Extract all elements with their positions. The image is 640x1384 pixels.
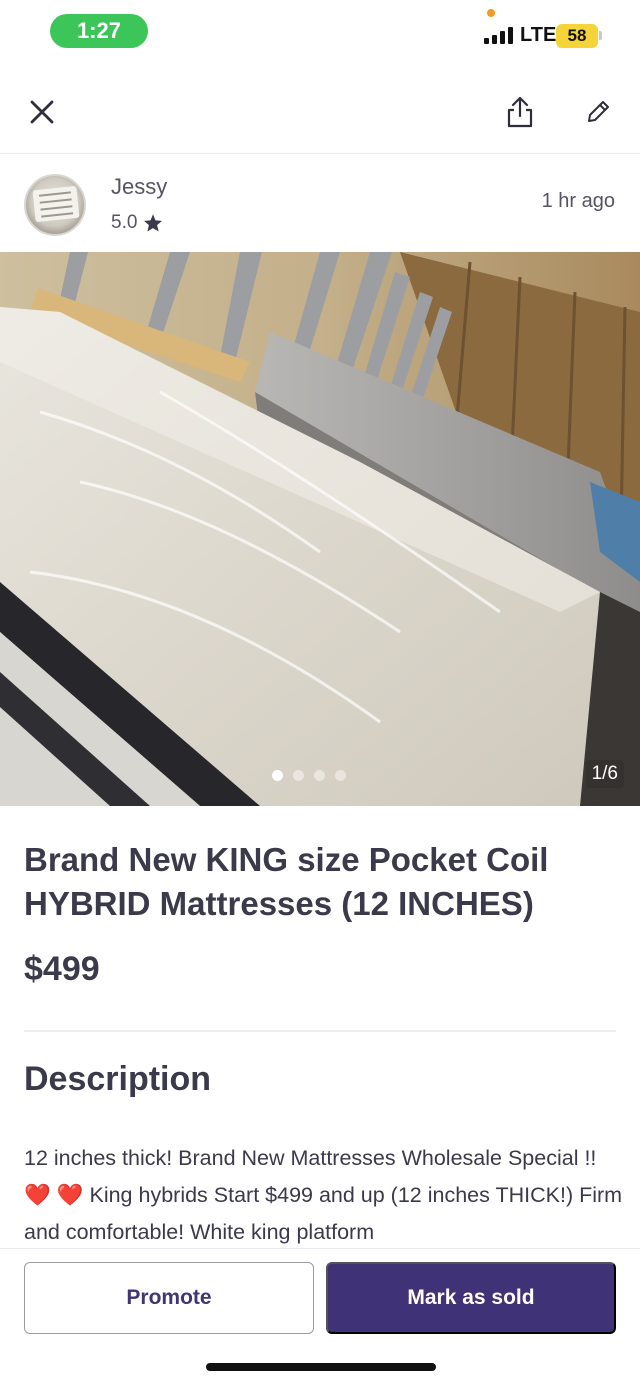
seller-rating: 5.0 <box>111 212 163 234</box>
bottom-action-bar: Promote Mark as sold <box>0 1248 640 1384</box>
signal-strength-icon <box>484 26 513 44</box>
description-text: 12 inches thick! Brand New Mattresses Wh… <box>24 1146 623 1244</box>
carousel-dot[interactable] <box>293 770 304 781</box>
carousel-dots <box>272 770 346 781</box>
mark-as-sold-button[interactable]: Mark as sold <box>326 1262 616 1334</box>
close-icon <box>30 100 54 124</box>
listing-photo <box>0 252 640 806</box>
edit-button[interactable] <box>576 90 620 134</box>
carousel-dot[interactable] <box>335 770 346 781</box>
battery-icon <box>599 31 602 40</box>
battery-level: 58 <box>556 24 598 48</box>
listing-photo-carousel[interactable]: 1/6 <box>0 252 640 806</box>
description-heading: Description <box>24 1060 212 1098</box>
promote-button[interactable]: Promote <box>24 1262 314 1334</box>
privacy-indicator-dot <box>487 9 495 17</box>
close-button[interactable] <box>20 90 64 134</box>
share-button[interactable] <box>498 90 542 134</box>
section-divider <box>24 1030 616 1032</box>
image-counter: 1/6 <box>585 760 624 788</box>
seller-avatar[interactable] <box>24 174 86 236</box>
carousel-dot[interactable] <box>314 770 325 781</box>
rating-value: 5.0 <box>111 212 138 233</box>
status-time: 1:27 <box>50 14 148 48</box>
network-type: LTE <box>520 24 557 46</box>
seller-name[interactable]: Jessy <box>111 174 167 200</box>
listing-title: Brand New KING size Pocket Coil HYBRID M… <box>24 841 549 922</box>
posted-time: 1 hr ago <box>541 190 615 212</box>
share-icon <box>507 96 533 128</box>
status-bar: 1:27 LTE 58 <box>0 0 640 64</box>
listing-price: $499 <box>24 950 100 988</box>
listing-toolbar <box>0 70 640 154</box>
home-indicator[interactable] <box>206 1363 436 1371</box>
carousel-dot-active[interactable] <box>272 770 283 781</box>
edit-pencil-icon <box>588 101 609 122</box>
seller-row[interactable]: Jessy 5.0 1 hr ago <box>0 156 640 252</box>
star-icon <box>144 214 163 232</box>
